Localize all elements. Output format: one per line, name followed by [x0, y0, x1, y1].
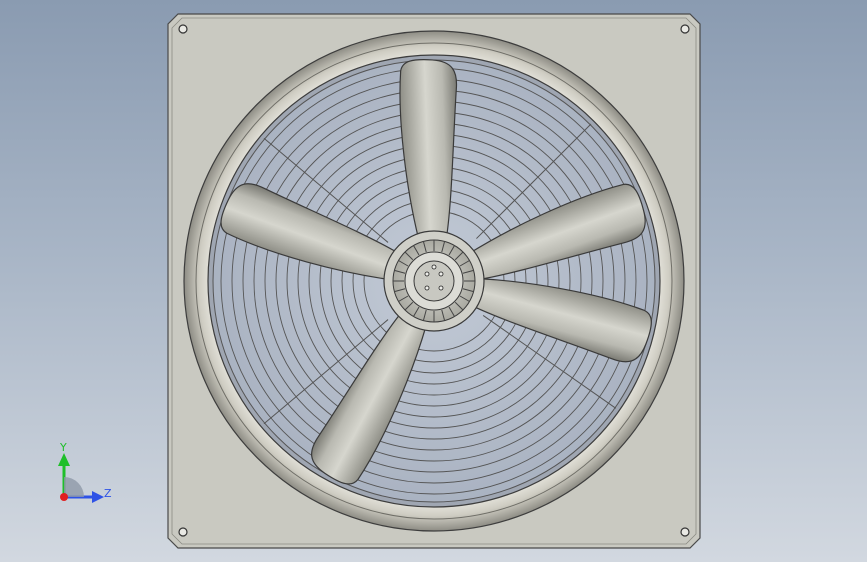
orientation-triad: Y Z [44, 440, 124, 510]
z-axis-label: Z [104, 487, 112, 500]
mounting-hole-bottom-right[interactable] [680, 527, 690, 537]
cad-viewport[interactable] [0, 0, 867, 562]
triad-axes [58, 453, 104, 503]
y-axis-label: Y [60, 441, 67, 454]
mounting-hole-top-left[interactable] [178, 24, 188, 34]
mounting-hole-top-right[interactable] [680, 24, 690, 34]
fan-hub[interactable] [383, 230, 485, 332]
mounting-hole-bottom-left[interactable] [178, 527, 188, 537]
